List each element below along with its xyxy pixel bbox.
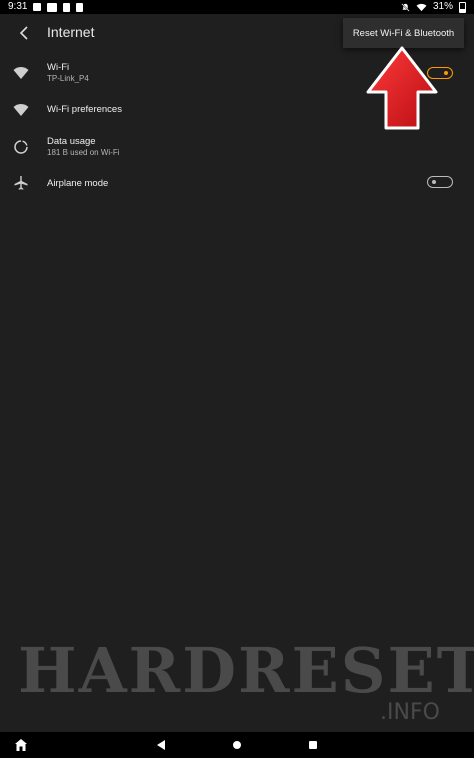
wifi-preferences-title: Wi-Fi preferences: [47, 104, 122, 115]
watermark-logo: HARDRESET: [18, 634, 474, 707]
wifi-network-name: TP-Link_P4: [47, 74, 89, 83]
status-right: 31%: [401, 0, 466, 14]
airplane-icon: [14, 176, 28, 190]
status-time: 9:31: [8, 1, 28, 12]
back-arrow-icon[interactable]: [16, 24, 34, 42]
recent-apps-icon[interactable]: [309, 741, 317, 749]
data-usage-title: Data usage: [47, 136, 96, 147]
page-title: Internet: [47, 24, 95, 40]
app-icon: [47, 2, 58, 12]
list-item-data-usage[interactable]: Data usage 181 B used on Wi-Fi: [0, 132, 474, 164]
reset-wifi-bluetooth-option[interactable]: Reset Wi-Fi & Bluetooth: [353, 28, 454, 39]
battery-percent: 31%: [432, 1, 453, 12]
gallery-icon: [33, 3, 42, 11]
status-bar: 9:31 31%: [0, 0, 474, 14]
home-icon[interactable]: [14, 738, 28, 752]
nav-back-icon[interactable]: [155, 739, 167, 751]
wifi-title: Wi-Fi: [47, 62, 70, 73]
overflow-menu: Reset Wi-Fi & Bluetooth: [343, 18, 464, 48]
wifi-status-icon: [416, 3, 427, 11]
watermark-logo-sub: .INFO: [380, 700, 440, 725]
notifications-off-icon: [401, 2, 410, 12]
settings-screen: 9:31 31% Internet Wi-Fi TP-Link_P4 Wi-Fi…: [0, 0, 474, 758]
bag-icon: [76, 2, 84, 12]
wifi-icon: [13, 104, 29, 116]
battery-icon: [459, 1, 466, 13]
list-item-airplane-mode[interactable]: Airplane mode: [0, 170, 474, 196]
airplane-toggle-knob: [432, 180, 436, 184]
wifi-toggle-knob: [444, 71, 448, 75]
airplane-mode-toggle[interactable]: [427, 176, 453, 188]
navigation-bar: [0, 732, 474, 758]
data-usage-icon: [14, 140, 28, 154]
airplane-mode-title: Airplane mode: [47, 178, 109, 189]
document-icon: [63, 2, 71, 12]
red-arrow-icon: [366, 46, 438, 130]
wifi-icon: [13, 67, 29, 79]
data-usage-summary: 181 B used on Wi-Fi: [47, 148, 120, 157]
nav-home-circle-icon[interactable]: [233, 741, 241, 749]
status-left: 9:31: [8, 0, 84, 14]
